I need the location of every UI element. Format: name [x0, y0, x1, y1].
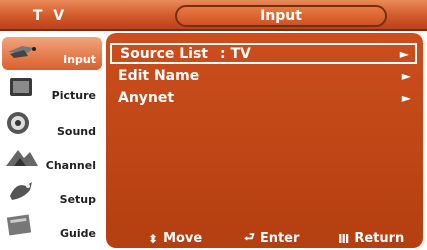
- enter-icon: ⮐: [244, 230, 255, 244]
- sidebar-item-label: Channel: [45, 159, 96, 172]
- menu-footer: ⬍ Move ⮐ Enter Ⅲ Return: [106, 229, 423, 248]
- footer-enter: ⮐ Enter: [244, 229, 299, 248]
- channel-icon: [6, 150, 38, 166]
- row-label: Source List: [120, 45, 208, 62]
- arrow-right-icon: ►: [401, 68, 411, 83]
- input-icon: [8, 46, 36, 58]
- row-label: Anynet: [118, 89, 175, 106]
- menu-row-edit-name[interactable]: Edit Name ►: [110, 65, 417, 86]
- arrow-right-icon: ►: [401, 90, 411, 105]
- sound-icon: [7, 112, 29, 134]
- footer-return-label: Return: [354, 231, 405, 246]
- sidebar-item-label: Sound: [56, 125, 96, 138]
- sidebar-item-label: Setup: [59, 193, 96, 206]
- sidebar: Input Picture Sound Channel Setup Guide: [0, 31, 104, 250]
- sidebar-item-label: Picture: [51, 89, 96, 102]
- row-label: Edit Name: [118, 67, 200, 84]
- sidebar-item-picture[interactable]: Picture: [2, 73, 102, 106]
- tv-label: T V: [32, 7, 68, 24]
- sidebar-item-input[interactable]: Input: [2, 37, 102, 70]
- menu-panel: Source List : TV ► Edit Name ► Anynet ► …: [106, 33, 423, 248]
- return-icon: Ⅲ: [338, 231, 350, 246]
- menu-row-source-list[interactable]: Source List : TV ►: [110, 43, 417, 64]
- footer-enter-label: Enter: [259, 231, 300, 246]
- arrow-right-icon: ►: [399, 46, 409, 61]
- row-value: : TV: [220, 45, 251, 62]
- footer-move: ⬍ Move: [148, 229, 202, 248]
- footer-return: Ⅲ Return: [338, 229, 404, 248]
- menu-header: T V Input: [0, 0, 427, 31]
- move-icon: ⬍: [148, 231, 159, 246]
- setup-icon: [10, 182, 32, 200]
- sidebar-item-guide[interactable]: Guide: [2, 211, 102, 244]
- picture-icon: [10, 78, 32, 96]
- sidebar-item-channel[interactable]: Channel: [2, 143, 102, 176]
- tv-osd-menu: T V Input Input Picture Sound Channel Se…: [0, 0, 427, 250]
- sidebar-item-label: Guide: [60, 227, 96, 240]
- sidebar-item-sound[interactable]: Sound: [2, 109, 102, 142]
- menu-title: Input: [175, 5, 387, 27]
- sidebar-item-label: Input: [63, 53, 96, 66]
- footer-move-label: Move: [163, 231, 203, 246]
- menu-row-anynet[interactable]: Anynet ►: [110, 87, 417, 108]
- guide-icon: [6, 214, 32, 236]
- sidebar-item-setup[interactable]: Setup: [2, 177, 102, 210]
